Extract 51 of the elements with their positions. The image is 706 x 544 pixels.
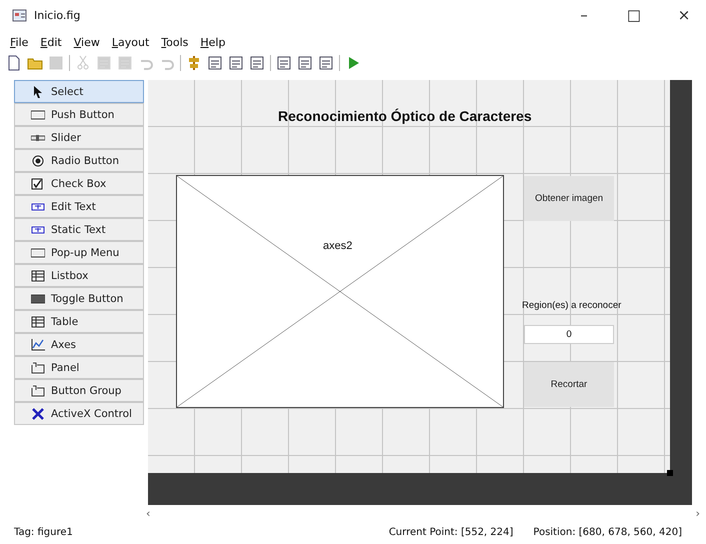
palette-item[interactable]: Slider <box>14 126 144 149</box>
axes-placeholder[interactable]: axes2 <box>176 175 504 408</box>
palette-item[interactable]: Radio Button <box>14 149 144 172</box>
menu-item[interactable]: Layout <box>112 36 150 48</box>
palette-item[interactable]: Panel <box>14 356 144 379</box>
minimize-button[interactable]: – <box>562 0 606 30</box>
menu-item[interactable]: Help <box>200 36 226 48</box>
region-input-field[interactable]: 0 <box>524 325 614 344</box>
close-button[interactable]: × <box>662 0 706 30</box>
crop-button[interactable]: Recortar <box>524 362 614 407</box>
palette-item[interactable]: Push Button <box>14 103 144 126</box>
table-icon <box>31 316 45 328</box>
palette-item[interactable]: Edit Text <box>14 195 144 218</box>
palette-item[interactable]: Pop-up Menu <box>14 241 144 264</box>
palette-item[interactable]: Toggle Button <box>14 287 144 310</box>
palette-item[interactable]: Select <box>14 80 144 103</box>
panel-icon <box>31 362 45 374</box>
checkbox-icon <box>31 178 45 190</box>
position-text: Position: [680, 678, 560, 420] <box>533 526 682 538</box>
menu-item[interactable]: View <box>74 36 100 48</box>
menu-item[interactable]: Edit <box>40 36 62 48</box>
radio-icon <box>31 154 45 166</box>
axes-label: axes2 <box>323 240 352 252</box>
figure-file-icon <box>12 8 28 22</box>
menu-item[interactable]: Tools <box>161 36 188 48</box>
title-text[interactable]: Reconocimiento Óptico de Caracteres <box>278 108 532 124</box>
palette-item[interactable]: Button Group <box>14 379 144 402</box>
activex-icon <box>31 408 45 420</box>
pushbutton-icon <box>31 108 45 120</box>
get-image-button[interactable]: Obtener imagen <box>524 176 614 221</box>
buttongroup-icon <box>31 384 45 396</box>
listbox-icon <box>31 270 45 282</box>
align-icon[interactable] <box>186 55 202 71</box>
toggle-icon <box>31 292 45 304</box>
palette-item[interactable]: Table <box>14 310 144 333</box>
window-title: Inicio.fig <box>34 8 80 22</box>
new-icon[interactable] <box>6 55 22 71</box>
palette-item[interactable]: Check Box <box>14 172 144 195</box>
region-label[interactable]: Region(es) a reconocer <box>522 300 622 311</box>
maximize-button[interactable]: □ <box>612 0 656 30</box>
scroll-left-arrow[interactable]: ‹ <box>146 506 150 520</box>
palette-item[interactable]: ActiveX Control <box>14 402 144 425</box>
resize-handle[interactable] <box>667 470 673 476</box>
palette-item[interactable]: Static Text <box>14 218 144 241</box>
palette-item[interactable]: Listbox <box>14 264 144 287</box>
axes-icon <box>31 338 45 350</box>
menu-item[interactable]: File <box>10 36 28 48</box>
current-point-text: Current Point: [552, 224] <box>388 526 514 538</box>
palette-item[interactable]: Axes <box>14 333 144 356</box>
scroll-right-arrow[interactable]: › <box>696 506 700 520</box>
tag-text: Tag: figure1 <box>14 526 73 538</box>
